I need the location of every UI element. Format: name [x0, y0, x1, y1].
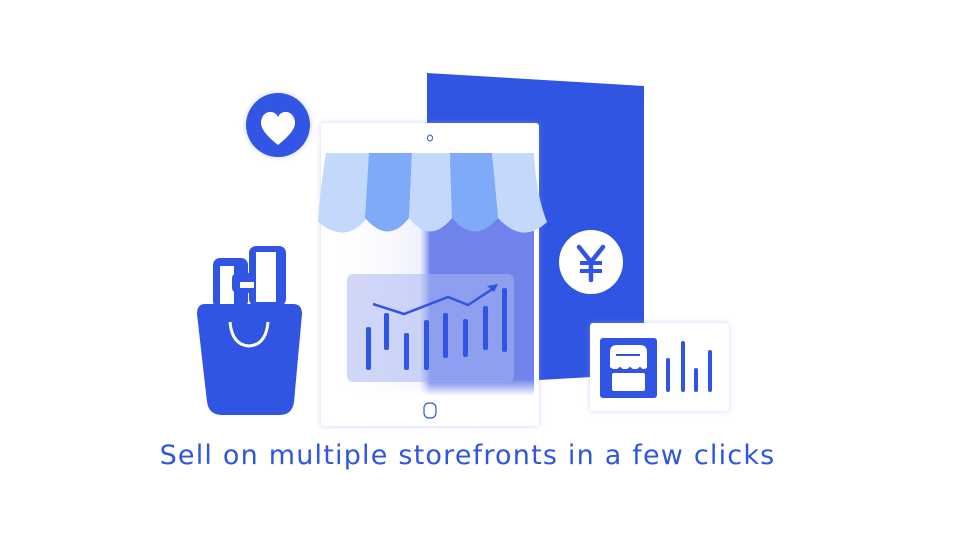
shopping-bag-icon [197, 246, 302, 415]
yen-icon [559, 230, 623, 294]
heart-icon [246, 93, 310, 157]
bar-chart-icon [347, 274, 514, 382]
tagline-caption: Sell on multiple storefronts in a few cl… [159, 440, 776, 471]
tablet-storefront [318, 123, 547, 426]
store-card [590, 323, 729, 411]
awning [318, 153, 547, 233]
